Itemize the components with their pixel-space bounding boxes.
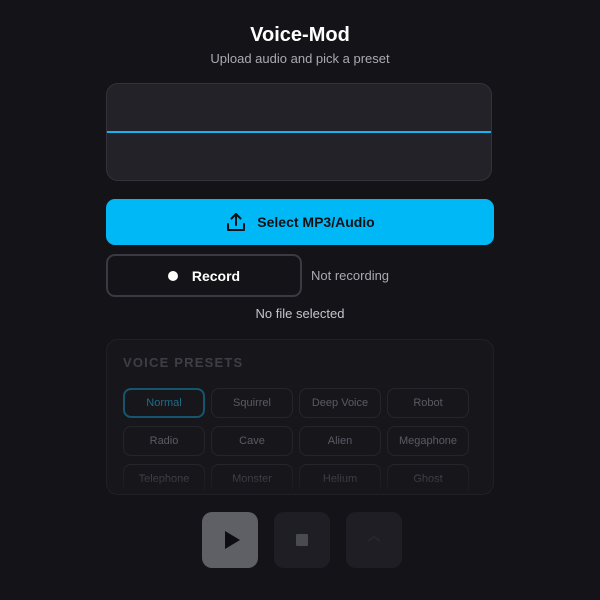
preset-robot[interactable]: Robot <box>387 388 469 418</box>
upload-icon <box>225 211 247 233</box>
play-icon <box>224 531 240 549</box>
play-button[interactable] <box>202 512 258 568</box>
record-label: Record <box>191 267 241 284</box>
app-title: Voice-Mod <box>250 24 350 46</box>
record-button[interactable]: Record <box>106 254 302 297</box>
preset-cave[interactable]: Cave <box>211 426 293 456</box>
download-button[interactable] <box>346 512 402 568</box>
select-audio-label: Select MP3/Audio <box>257 214 375 230</box>
preset-radio[interactable]: Radio <box>123 426 205 456</box>
waveform-line <box>107 131 491 133</box>
preset-ghost[interactable]: Ghost <box>387 464 469 494</box>
stop-icon <box>296 534 308 546</box>
waveform-display <box>106 83 492 181</box>
download-icon <box>366 530 382 551</box>
preset-grid: Normal Squirrel Deep Voice Robot Radio C… <box>123 388 471 494</box>
preset-alien[interactable]: Alien <box>299 426 381 456</box>
preset-megaphone[interactable]: Megaphone <box>387 426 469 456</box>
stop-button[interactable] <box>274 512 330 568</box>
file-status: No file selected <box>255 306 345 321</box>
preset-helium[interactable]: Helium <box>299 464 381 494</box>
app-subtitle: Upload audio and pick a preset <box>210 51 390 66</box>
record-dot-icon <box>167 270 178 281</box>
presets-title: VOICE PRESETS <box>123 355 244 370</box>
voice-presets-panel: VOICE PRESETS Normal Squirrel Deep Voice… <box>106 339 494 495</box>
recording-status: Not recording <box>311 268 390 283</box>
preset-telephone[interactable]: Telephone <box>123 464 205 494</box>
preset-squirrel[interactable]: Squirrel <box>211 388 293 418</box>
select-audio-button[interactable]: Select MP3/Audio <box>106 199 494 245</box>
preset-deep-voice[interactable]: Deep Voice <box>299 388 381 418</box>
preset-monster[interactable]: Monster <box>211 464 293 494</box>
preset-normal[interactable]: Normal <box>123 388 205 418</box>
